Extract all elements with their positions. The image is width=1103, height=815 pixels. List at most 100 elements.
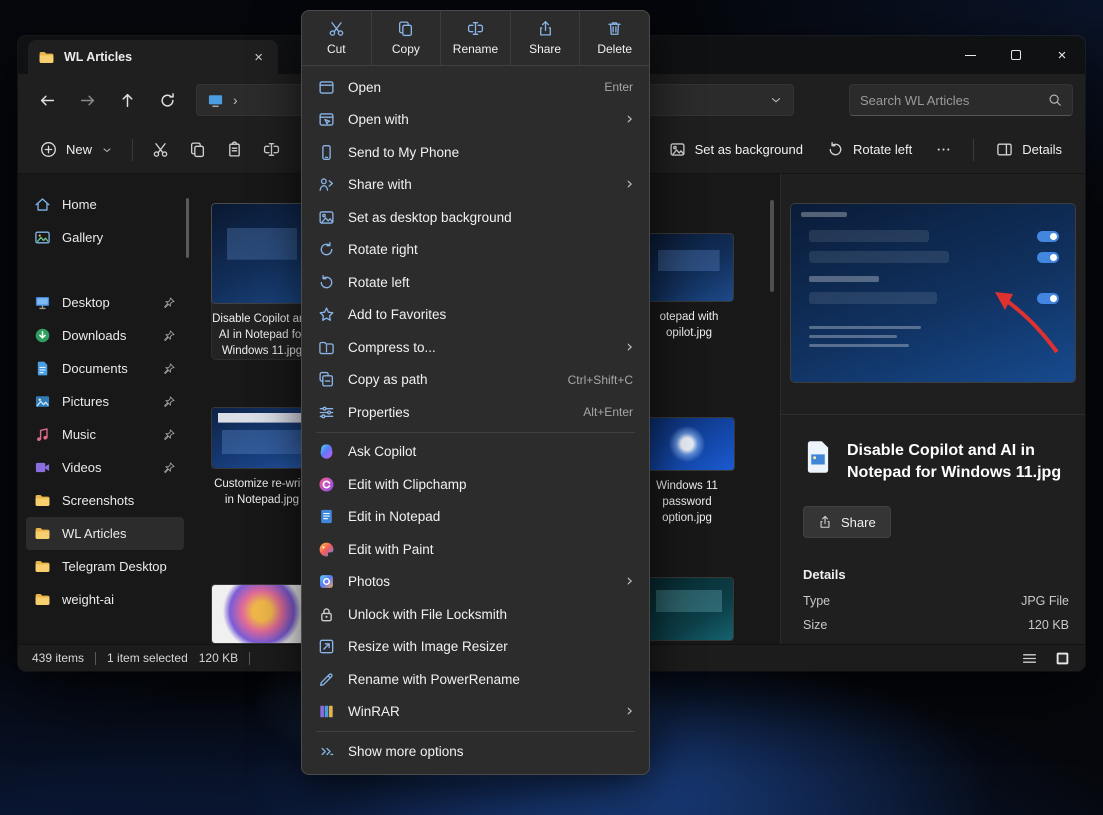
menu-item-ask-copilot[interactable]: Ask Copilot (308, 436, 643, 469)
menu-item-set-as-desktop-background[interactable]: Set as desktop background (308, 201, 643, 234)
rename-button[interactable] (253, 133, 290, 167)
sidebar-item-documents[interactable]: Documents (26, 352, 184, 385)
menu-item-edit-in-notepad[interactable]: Edit in Notepad (308, 501, 643, 534)
menu-item-rotate-right[interactable]: Rotate right (308, 234, 643, 267)
file-item[interactable] (212, 585, 312, 643)
file-name: otepad with opilot.jpg (645, 309, 733, 341)
resizer-icon (318, 638, 335, 655)
sidebar-item-wl-articles[interactable]: WL Articles (26, 517, 184, 550)
address-dropdown-icon[interactable] (769, 93, 783, 107)
file-item[interactable]: Windows 11 password option.jpg (640, 418, 734, 526)
details-pane-button[interactable]: Details (985, 133, 1073, 167)
copilot-icon (318, 443, 335, 460)
quick-action-copy[interactable]: Copy (371, 11, 441, 65)
submenu-chevron-icon: › (626, 111, 633, 128)
sidebar-item-desktop[interactable]: Desktop (26, 286, 184, 319)
share-icon (818, 515, 832, 529)
sidebar-item-downloads[interactable]: Downloads (26, 319, 184, 352)
pictures-icon (34, 393, 51, 410)
forward-button[interactable] (70, 83, 104, 117)
compress-icon (318, 339, 335, 356)
new-icon (40, 141, 57, 158)
preview-file-header: Disable Copilot and AI in Notepad for Wi… (803, 440, 1069, 484)
share-button[interactable]: Share (803, 506, 891, 538)
refresh-button[interactable] (150, 83, 184, 117)
quick-action-delete[interactable]: Delete (579, 11, 649, 65)
sidebar-item-gallery[interactable]: Gallery (26, 221, 184, 254)
menu-item-edit-with-paint[interactable]: Edit with Paint (308, 533, 643, 566)
menu-item-resize-with-image-resizer[interactable]: Resize with Image Resizer (308, 631, 643, 664)
quick-action-share[interactable]: Share (510, 11, 580, 65)
file-item[interactable]: Disable Copilot and AI in Notepad for Wi… (212, 204, 312, 359)
desktop: WL Articles × × › Search WL Articles (0, 0, 1103, 815)
copy-button[interactable] (179, 133, 216, 167)
up-button[interactable] (110, 83, 144, 117)
menu-item-unlock-with-file-locksmith[interactable]: Unlock with File Locksmith (308, 598, 643, 631)
tab-close-button[interactable]: × (249, 50, 268, 65)
cut-button[interactable] (142, 133, 179, 167)
quick-action-cut[interactable]: Cut (302, 11, 371, 65)
menu-item-label: Unlock with File Locksmith (348, 607, 507, 622)
tab-wl-articles[interactable]: WL Articles × (28, 40, 278, 74)
winrar-icon (318, 703, 335, 720)
desktop-background-icon (318, 209, 335, 226)
file-item[interactable]: Customize re-write in Notepad.jpg (212, 408, 312, 508)
set-as-background-button[interactable]: Set as background (658, 133, 814, 167)
sidebar-item-telegram-desktop[interactable]: Telegram Desktop (26, 550, 184, 583)
sidebar-item-weight-ai[interactable]: weight-ai (26, 583, 184, 616)
preview-image-row (809, 230, 929, 242)
menu-item-photos[interactable]: Photos› (308, 566, 643, 599)
new-button[interactable]: New (30, 133, 123, 167)
back-button[interactable] (30, 83, 64, 117)
menu-item-show-more-options[interactable]: Show more options (308, 735, 643, 768)
file-item[interactable]: otepad with opilot.jpg (645, 234, 733, 341)
menu-item-send-to-my-phone[interactable]: Send to My Phone (308, 136, 643, 169)
menu-item-add-to-favorites[interactable]: Add to Favorites (308, 299, 643, 332)
breadcrumb-chevron-icon: › (233, 92, 238, 108)
preview-image[interactable] (791, 204, 1075, 382)
menu-item-label: Ask Copilot (348, 444, 416, 459)
sidebar-item-pictures[interactable]: Pictures (26, 385, 184, 418)
menu-item-copy-as-path[interactable]: Copy as pathCtrl+Shift+C (308, 364, 643, 397)
menu-item-edit-with-clipchamp[interactable]: Edit with Clipchamp (308, 468, 643, 501)
sidebar-scrollbar[interactable] (186, 198, 189, 258)
detail-value: JPG File (1021, 594, 1069, 608)
search-input[interactable]: Search WL Articles (860, 93, 1040, 108)
menu-item-rename-with-powerrename[interactable]: Rename with PowerRename (308, 663, 643, 696)
minimize-button[interactable] (947, 36, 993, 74)
paste-button[interactable] (216, 133, 253, 167)
share-with-icon (318, 176, 335, 193)
search-box[interactable]: Search WL Articles (849, 84, 1073, 116)
maximize-button[interactable] (993, 36, 1039, 74)
menu-item-properties[interactable]: PropertiesAlt+Enter (308, 396, 643, 429)
menu-item-winrar[interactable]: WinRAR› (308, 696, 643, 729)
sidebar-item-label: Screenshots (62, 493, 176, 508)
documents-icon (34, 360, 51, 377)
close-button[interactable]: × (1039, 36, 1085, 74)
file-item[interactable] (645, 578, 733, 640)
pin-icon (162, 428, 176, 442)
sidebar-item-label: Music (62, 427, 151, 442)
list-view-icon[interactable] (1021, 650, 1038, 667)
menu-item-rotate-left[interactable]: Rotate left (308, 266, 643, 299)
sidebar-item-videos[interactable]: Videos (26, 451, 184, 484)
submenu-chevron-icon: › (626, 703, 633, 720)
thumbnail-view-icon[interactable] (1054, 650, 1071, 667)
files-scrollbar[interactable] (770, 200, 774, 292)
menu-item-open-with[interactable]: Open with› (308, 104, 643, 137)
sidebar-item-screenshots[interactable]: Screenshots (26, 484, 184, 517)
preview-image-titlebar (801, 212, 847, 217)
menu-item-share-with[interactable]: Share with› (308, 169, 643, 202)
more-options-button[interactable] (925, 133, 962, 167)
quick-action-rename[interactable]: Rename (440, 11, 510, 65)
detail-value: 120 KB (1028, 618, 1069, 632)
rotate-left-button[interactable]: Rotate left (816, 133, 923, 167)
quick-action-label: Cut (327, 42, 346, 56)
sidebar-item-home[interactable]: Home (26, 188, 184, 221)
menu-item-compress-to[interactable]: Compress to...› (308, 331, 643, 364)
sidebar-item-music[interactable]: Music (26, 418, 184, 451)
menu-item-open[interactable]: OpenEnter (308, 71, 643, 104)
menu-item-label: Add to Favorites (348, 307, 446, 322)
clipchamp-icon (318, 476, 335, 493)
open-with-icon (318, 111, 335, 128)
